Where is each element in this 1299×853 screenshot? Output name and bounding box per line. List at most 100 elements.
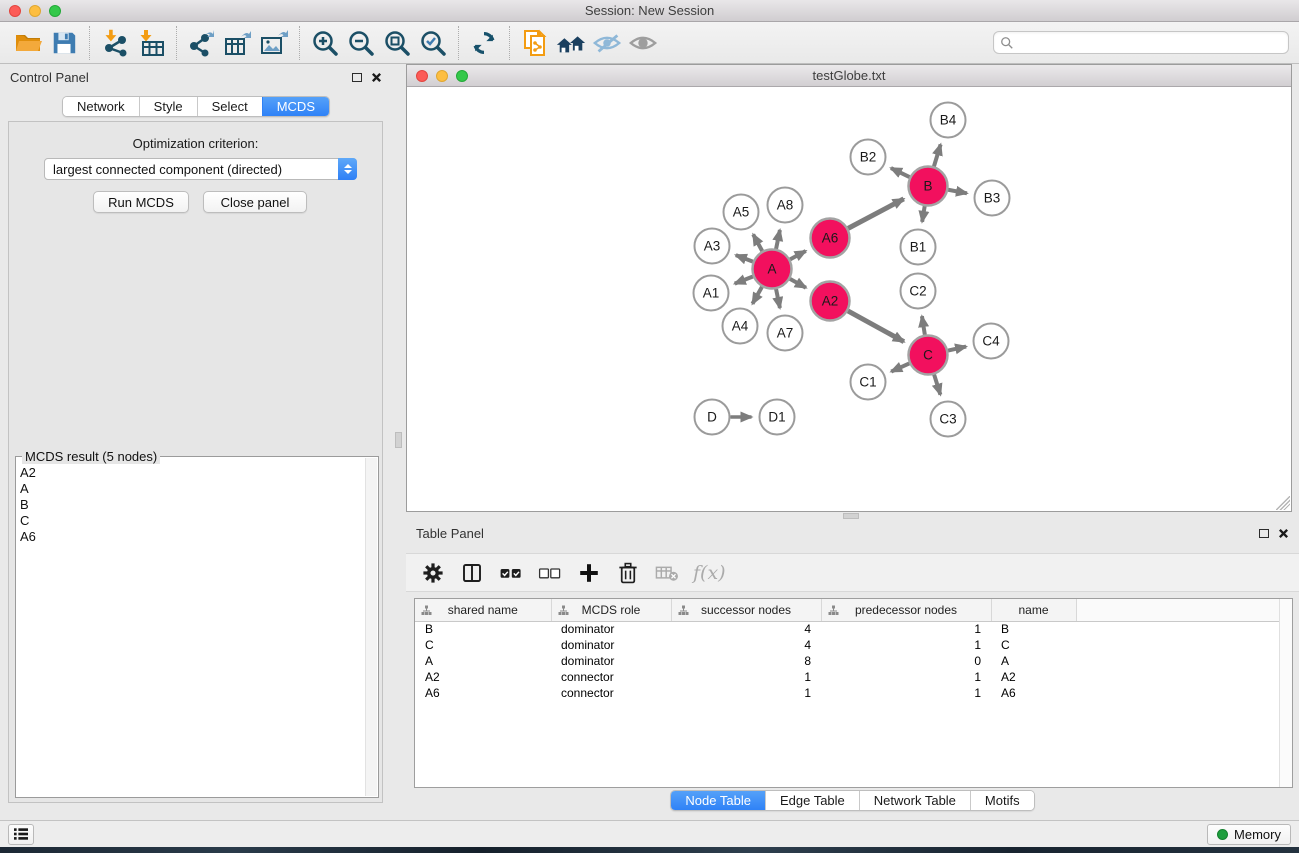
search-field[interactable] (993, 31, 1289, 54)
table-cell[interactable]: 1 (821, 685, 991, 701)
float-panel-icon[interactable] (352, 73, 362, 82)
graph-edge-A-A5[interactable] (753, 234, 762, 251)
table-row[interactable]: Adominator80A (415, 653, 1280, 669)
table-row[interactable]: A6connector11A6 (415, 685, 1280, 701)
graph-edge-A6-B[interactable] (848, 199, 904, 229)
graph-edge-C-C4[interactable] (948, 347, 966, 351)
horizontal-divider[interactable] (406, 512, 1299, 520)
close-panel-button[interactable]: Close panel (203, 191, 307, 213)
table-cell[interactable]: 1 (671, 669, 821, 685)
memory-button[interactable]: Memory (1207, 824, 1291, 845)
table-cell[interactable]: A2 (991, 669, 1076, 685)
run-mcds-button[interactable]: Run MCDS (93, 191, 189, 213)
column-header-shared-name[interactable]: shared name (415, 599, 551, 621)
table-cell[interactable]: C (415, 637, 551, 653)
tab-network[interactable]: Network (63, 97, 139, 116)
table-cell[interactable]: 4 (671, 621, 821, 637)
graph-edge-B-B4[interactable] (934, 144, 941, 166)
tab-node-table[interactable]: Node Table (671, 791, 765, 810)
float-panel-icon[interactable] (1259, 529, 1269, 538)
result-item[interactable]: A (20, 481, 364, 497)
clone-network-button[interactable] (517, 25, 553, 61)
mcds-result-list[interactable]: A2ABCA6 (20, 465, 364, 795)
graph-edge-C-C3[interactable] (934, 375, 940, 395)
table-cell[interactable]: A (991, 653, 1076, 669)
table-cell[interactable]: B (415, 621, 551, 637)
show-columns-button[interactable] (459, 560, 485, 586)
graph-edge-B-B3[interactable] (948, 190, 967, 194)
close-panel-icon[interactable] (1278, 528, 1289, 539)
tab-motifs[interactable]: Motifs (970, 791, 1034, 810)
table-cell[interactable]: dominator (551, 637, 671, 653)
result-item[interactable]: A2 (20, 465, 364, 481)
graph-edge-A-A1[interactable] (735, 277, 753, 284)
tab-mcds[interactable]: MCDS (262, 97, 329, 116)
delete-column-button[interactable] (615, 560, 641, 586)
graph-edge-B-B2[interactable] (891, 168, 910, 177)
save-session-button[interactable] (46, 25, 82, 61)
tab-network-table[interactable]: Network Table (859, 791, 970, 810)
tab-style[interactable]: Style (139, 97, 197, 116)
select-all-rows-button[interactable] (498, 560, 524, 586)
table-cell[interactable]: 1 (821, 621, 991, 637)
optimization-dropdown[interactable]: largest connected component (directed) (44, 158, 357, 180)
zoom-out-button[interactable] (343, 25, 379, 61)
table-cell[interactable]: 0 (821, 653, 991, 669)
search-input[interactable] (1014, 36, 1282, 50)
table-row[interactable]: A2connector11A2 (415, 669, 1280, 685)
table-cell[interactable]: A6 (415, 685, 551, 701)
table-cell[interactable]: 4 (671, 637, 821, 653)
table-row[interactable]: Bdominator41B (415, 621, 1280, 637)
network-canvas[interactable]: B4B2BB3A5A8A6A3B1AC2A1A2A4A7C4CC1DD1C3 (407, 87, 1291, 511)
first-neighbors-button[interactable] (553, 25, 589, 61)
refresh-layout-button[interactable] (466, 25, 502, 61)
import-network-button[interactable] (97, 25, 133, 61)
column-header-successor-nodes[interactable]: successor nodes (671, 599, 821, 621)
tab-select[interactable]: Select (197, 97, 262, 116)
export-network-button[interactable] (184, 25, 220, 61)
delete-table-button[interactable] (654, 560, 680, 586)
table-cell[interactable]: B (991, 621, 1076, 637)
graph-edge-A-A8[interactable] (776, 230, 780, 249)
table-cell[interactable]: A (415, 653, 551, 669)
export-table-button[interactable] (220, 25, 256, 61)
table-cell[interactable]: dominator (551, 621, 671, 637)
show-all-button[interactable] (625, 25, 661, 61)
export-image-button[interactable] (256, 25, 292, 61)
table-cell[interactable]: 1 (821, 637, 991, 653)
import-table-button[interactable] (133, 25, 169, 61)
table-row[interactable]: Cdominator41C (415, 637, 1280, 653)
graph-edge-C-C2[interactable] (922, 316, 925, 335)
divider-grip-icon[interactable] (395, 432, 402, 448)
table-cell[interactable]: C (991, 637, 1076, 653)
table-cell[interactable]: connector (551, 669, 671, 685)
graph-edge-A-A6[interactable] (790, 251, 806, 259)
network-graph[interactable]: B4B2BB3A5A8A6A3B1AC2A1A2A4A7C4CC1DD1C3 (407, 87, 1291, 511)
resize-grip-icon[interactable] (1276, 496, 1290, 510)
zoom-fit-button[interactable] (379, 25, 415, 61)
divider-grip-icon[interactable] (843, 513, 859, 519)
panel-divider[interactable] (392, 64, 406, 820)
graph-edge-B-B1[interactable] (922, 206, 925, 222)
deselect-all-rows-button[interactable] (537, 560, 563, 586)
column-header-predecessor-nodes[interactable]: predecessor nodes (821, 599, 991, 621)
graph-edge-A-A3[interactable] (736, 255, 753, 262)
add-column-button[interactable] (576, 560, 602, 586)
close-panel-icon[interactable] (371, 72, 382, 83)
table-cell[interactable]: A6 (991, 685, 1076, 701)
result-item[interactable]: A6 (20, 529, 364, 545)
graph-edge-A2-C[interactable] (848, 311, 904, 342)
table-cell[interactable]: dominator (551, 653, 671, 669)
column-header-name[interactable]: name (991, 599, 1076, 621)
result-item[interactable]: C (20, 513, 364, 529)
table-cell[interactable]: connector (551, 685, 671, 701)
result-item[interactable]: B (20, 497, 364, 513)
tab-edge-table[interactable]: Edge Table (765, 791, 859, 810)
graph-edge-A-A2[interactable] (790, 279, 806, 288)
graph-edge-C-C1[interactable] (891, 363, 909, 371)
result-scrollbar[interactable] (365, 458, 377, 796)
zoom-selected-button[interactable] (415, 25, 451, 61)
table-cell[interactable]: 8 (671, 653, 821, 669)
table-cell[interactable]: 1 (821, 669, 991, 685)
table-settings-button[interactable] (420, 560, 446, 586)
